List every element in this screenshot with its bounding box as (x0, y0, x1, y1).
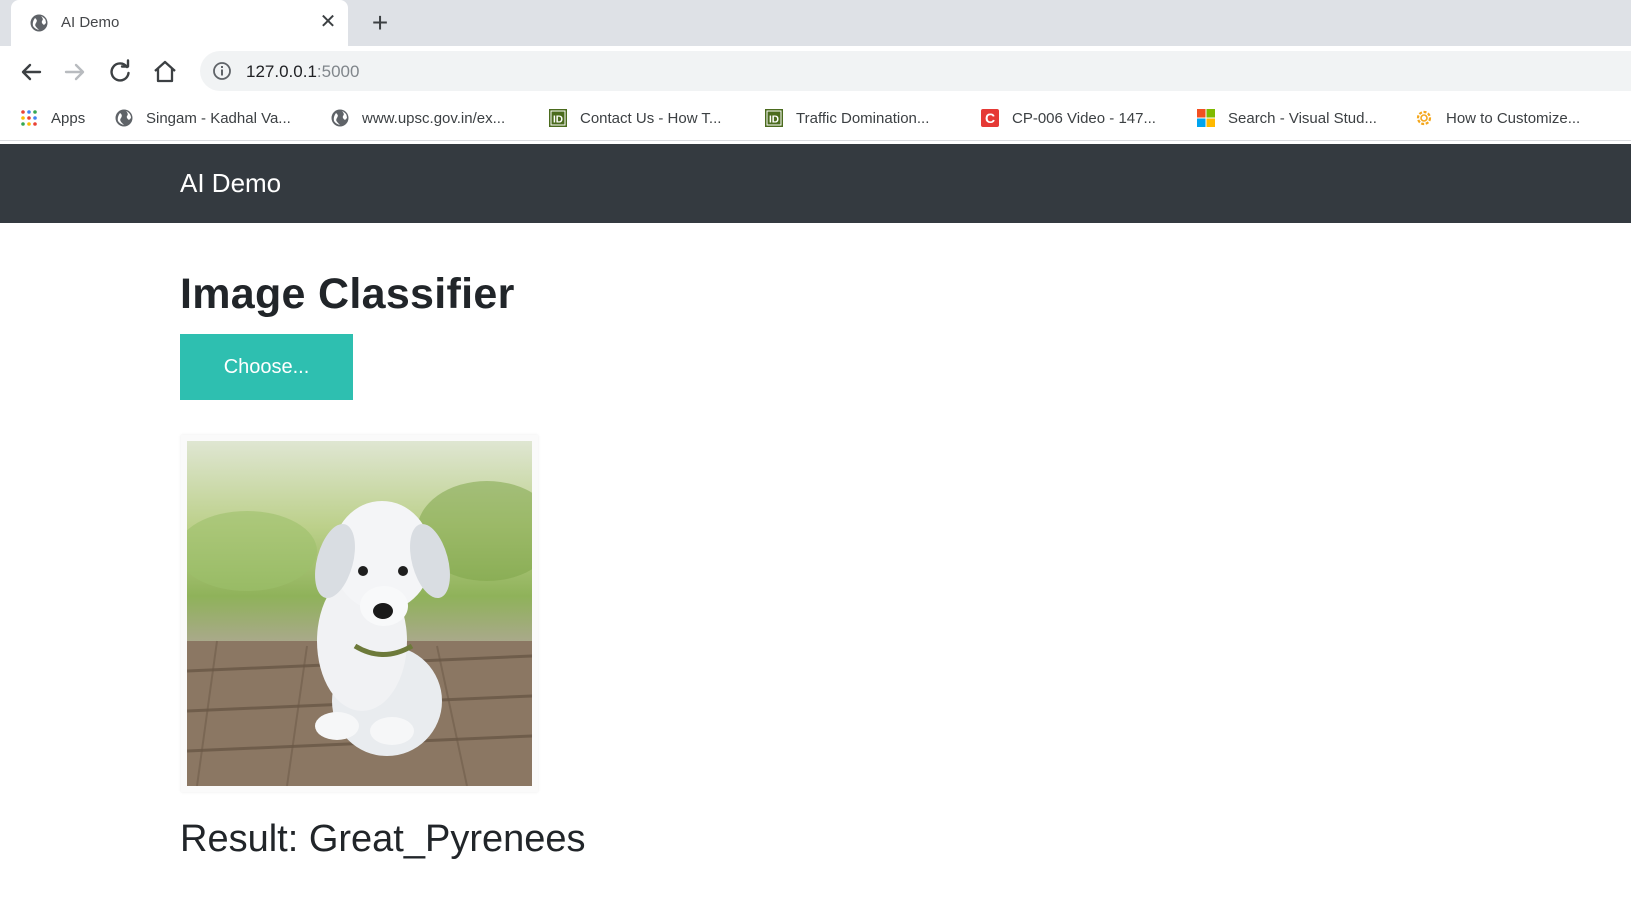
forward-arrow-icon[interactable] (60, 57, 90, 87)
bookmark-label: Traffic Domination... (796, 109, 930, 127)
globe-icon (29, 13, 49, 33)
bookmark-label: Contact Us - How T... (580, 109, 722, 127)
bookmark-upsc[interactable]: www.upsc.gov.in/ex... (330, 106, 505, 130)
bookmark-label: Singam - Kadhal Va... (146, 109, 291, 127)
bookmark-singam[interactable]: Singam - Kadhal Va... (114, 106, 291, 130)
bookmark-label: www.upsc.gov.in/ex... (362, 109, 506, 127)
browser-tab[interactable]: AI Demo ✕ (11, 0, 348, 46)
url-port: :5000 (316, 62, 360, 81)
bookmark-how-to-customize[interactable]: How to Customize... (1414, 106, 1580, 130)
c-red-icon: C (980, 108, 1000, 128)
back-arrow-icon[interactable] (16, 57, 46, 87)
id-icon: ID (764, 108, 784, 128)
apps-grid-icon (19, 108, 39, 128)
gear-orange-icon (1414, 108, 1434, 128)
tab-strip: AI Demo ✕ + (0, 0, 1631, 46)
reload-icon[interactable] (105, 57, 135, 87)
url-host: 127.0.0.1 (246, 62, 317, 81)
globe-icon (114, 108, 134, 128)
close-icon[interactable]: ✕ (316, 10, 340, 34)
svg-text:ID: ID (553, 115, 563, 126)
id-icon: ID (548, 108, 568, 128)
microsoft-icon (1196, 108, 1216, 128)
bookmark-label: CP-006 Video - 147... (1012, 109, 1156, 127)
svg-text:ID: ID (769, 115, 779, 126)
bookmark-label: Apps (51, 109, 86, 127)
preview-image (187, 441, 532, 786)
choose-file-button[interactable]: Choose... (180, 334, 353, 400)
home-icon[interactable] (150, 57, 180, 87)
bookmark-cp-006[interactable]: C CP-006 Video - 147... (980, 106, 1156, 130)
bookmarks-bar: Apps Singam - Kadhal Va... www.upsc.gov.… (0, 96, 1631, 141)
url-text: 127.0.0.1:5000 (246, 62, 359, 82)
image-preview-frame (181, 435, 538, 792)
tab-title: AI Demo (61, 14, 120, 31)
classification-result: Result: Great_Pyrenees (180, 818, 586, 860)
svg-text:C: C (985, 110, 995, 126)
page-title: Image Classifier (180, 270, 515, 318)
browser-toolbar: 127.0.0.1:5000 (0, 46, 1631, 96)
bookmark-label: How to Customize... (1446, 109, 1581, 127)
site-navbar: AI Demo (0, 144, 1631, 223)
bookmark-traffic-domination[interactable]: ID Traffic Domination... (764, 106, 929, 130)
bookmark-label: Search - Visual Stud... (1228, 109, 1377, 127)
globe-icon (330, 108, 350, 128)
navbar-brand[interactable]: AI Demo (180, 168, 281, 199)
new-tab-button[interactable]: + (365, 8, 395, 38)
bookmark-contact-us[interactable]: ID Contact Us - How T... (548, 106, 721, 130)
info-icon[interactable] (212, 61, 232, 81)
bookmark-apps[interactable]: Apps (19, 106, 85, 130)
address-bar[interactable]: 127.0.0.1:5000 (200, 51, 1631, 91)
bookmark-visual-studio[interactable]: Search - Visual Stud... (1196, 106, 1377, 130)
